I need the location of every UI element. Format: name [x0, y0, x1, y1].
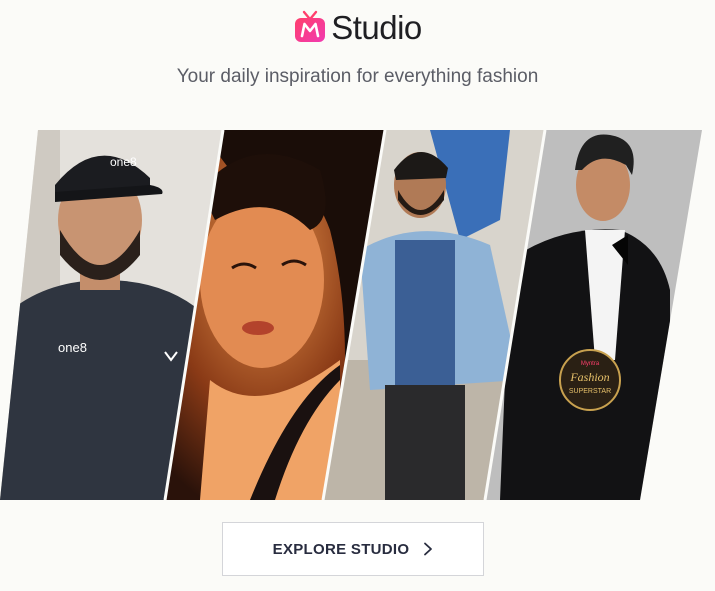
badge-line1: Fashion	[569, 370, 609, 384]
brand-header: Studio	[0, 10, 715, 44]
chevron-right-icon	[424, 542, 433, 556]
badge-brand: Myntra	[581, 361, 600, 367]
explore-studio-label: EXPLORE STUDIO	[272, 540, 410, 558]
cap-logo-text: one8	[110, 155, 137, 169]
tagline: Your daily inspiration for everything fa…	[176, 66, 539, 87]
badge-line2: SUPERSTAR	[569, 388, 611, 395]
myntra-tv-logo-icon	[295, 10, 326, 42]
studio-photo-collage[interactable]: one8 one8 Myntra Fashion SUPERSTAR	[0, 130, 715, 500]
brand-title: Studio	[331, 8, 422, 46]
shirt-logo-text: one8	[58, 340, 87, 355]
explore-studio-button[interactable]: EXPLORE STUDIO	[222, 522, 484, 576]
